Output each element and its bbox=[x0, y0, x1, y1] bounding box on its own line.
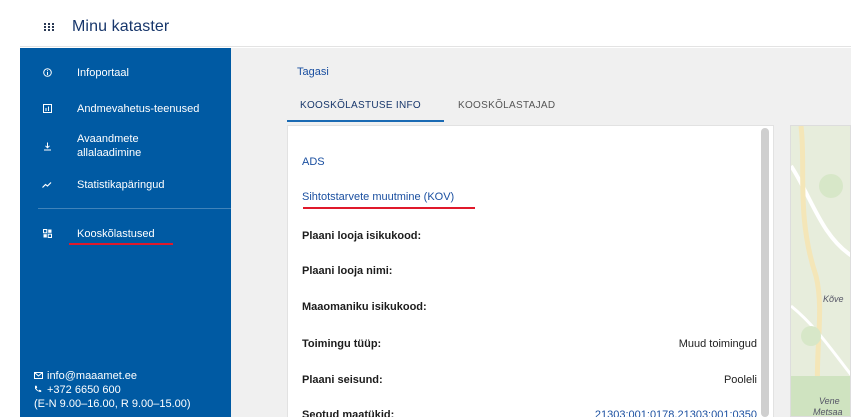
field-value-operation-type: Muud toimingud bbox=[678, 338, 757, 350]
tab-kooskolastajad[interactable]: KOOSKÕLASTAJAD bbox=[458, 100, 555, 111]
download-icon bbox=[42, 141, 52, 151]
sidebar: Infoportaal Andmevahetus-teenused Avaand… bbox=[20, 48, 232, 417]
ads-label[interactable]: ADS bbox=[302, 156, 325, 168]
application-type-underline bbox=[303, 207, 475, 209]
sidebar-item-label-line1: Avaandmete bbox=[77, 133, 139, 145]
field-value-plan-status: Pooleli bbox=[723, 374, 757, 386]
field-label-operation-type: Toimingu tüüp: bbox=[302, 338, 382, 350]
phone-icon bbox=[34, 384, 47, 397]
field-label-creator-id: Plaani looja isikukood: bbox=[302, 230, 422, 242]
contact-email-text: info@maaamet.ee bbox=[47, 370, 138, 382]
sidebar-item-statistika[interactable]: Statistikapäringud bbox=[20, 177, 231, 197]
map-label-2: Vene bbox=[819, 396, 840, 406]
application-type: Sihtotstarvete muutmine (KOV) bbox=[302, 191, 455, 203]
field-label-owner-id: Maaomaniku isikukood: bbox=[302, 301, 427, 313]
sidebar-divider bbox=[38, 208, 232, 209]
map-panel[interactable]: Kõve Vene Metsaa bbox=[790, 125, 851, 417]
map-graphic bbox=[791, 126, 850, 416]
map-label-3: Metsaa bbox=[813, 407, 843, 417]
info-icon bbox=[42, 67, 52, 77]
apps-grid-icon[interactable] bbox=[44, 22, 54, 32]
mail-icon bbox=[34, 370, 47, 383]
sidebar-item-avaandmete[interactable]: Avaandmete allalaadimine bbox=[20, 133, 231, 163]
sidebar-item-andmevahetus[interactable]: Andmevahetus-teenused bbox=[20, 101, 231, 121]
tab-kooskolastuse-info[interactable]: KOOSKÕLASTUSE INFO bbox=[300, 100, 421, 111]
sidebar-item-label-line2: allalaadimine bbox=[77, 147, 142, 159]
contact-hours: (E-N 9.00–16.00, R 9.00–15.00) bbox=[34, 398, 191, 410]
contact-phone-text: +372 6650 600 bbox=[47, 384, 121, 396]
field-value-related-parcels[interactable]: 21303:001:0178,21303:001:0350 bbox=[595, 409, 757, 417]
sidebar-item-label: Infoportaal bbox=[77, 67, 129, 79]
chart-icon bbox=[42, 180, 52, 190]
sidebar-item-label: Kooskõlastused bbox=[77, 228, 155, 240]
back-link[interactable]: Tagasi bbox=[297, 66, 329, 78]
field-label-plan-status: Plaani seisund: bbox=[302, 374, 383, 386]
main-content: Tagasi KOOSKÕLASTUSE INFO KOOSKÕLASTAJAD… bbox=[231, 48, 851, 417]
details-card: ADS Sihtotstarvete muutmine (KOV) Plaani… bbox=[287, 125, 774, 417]
card-scrollbar[interactable] bbox=[761, 128, 769, 417]
sidebar-active-underline bbox=[69, 243, 173, 245]
contact-phone[interactable]: +372 6650 600 bbox=[34, 384, 121, 397]
data-exchange-icon bbox=[42, 103, 52, 113]
map-label-1: Kõve bbox=[823, 294, 844, 304]
app-title: Minu kataster bbox=[72, 18, 170, 35]
field-label-related-parcels: Seotud maatükid: bbox=[302, 409, 395, 417]
app-window: Minu kataster Infoportaal Andmevahetus-t… bbox=[0, 0, 851, 417]
sidebar-item-label: Statistikapäringud bbox=[77, 179, 165, 191]
sidebar-item-label: Andmevahetus-teenused bbox=[77, 103, 200, 115]
top-bar: Minu kataster bbox=[20, 8, 851, 47]
field-label-creator-name: Plaani looja nimi: bbox=[302, 265, 393, 277]
active-tab-indicator bbox=[287, 120, 444, 122]
sidebar-item-infoportaal[interactable]: Infoportaal bbox=[20, 65, 231, 85]
approvals-icon bbox=[42, 228, 52, 238]
contact-email[interactable]: info@maaamet.ee bbox=[34, 370, 137, 383]
